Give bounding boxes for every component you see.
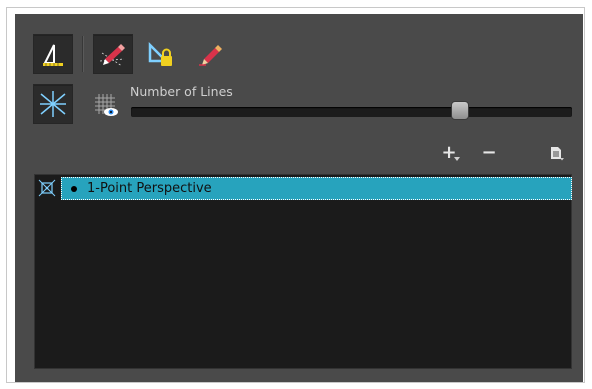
- number-of-lines-slider[interactable]: [131, 107, 572, 117]
- lock-guide-button[interactable]: [141, 34, 181, 74]
- minus-icon: −: [481, 142, 497, 163]
- dropdown-arrow-icon: [454, 157, 460, 161]
- grid-eye-icon: [95, 94, 118, 116]
- slider-thumb[interactable]: [450, 101, 469, 120]
- remove-guide-button[interactable]: −: [478, 142, 500, 164]
- number-of-lines-label: Number of Lines: [130, 84, 233, 99]
- guides-panel: Number of Lines + − 1-Point Perspective: [15, 14, 583, 382]
- ruler-triangle-icon: [43, 44, 63, 66]
- add-guide-button[interactable]: +: [438, 142, 460, 164]
- perspective-guide-button[interactable]: [33, 34, 73, 74]
- guide-menu-button[interactable]: [545, 142, 567, 164]
- perspective-guide-icon: [38, 179, 56, 197]
- toolbar-separator: [82, 36, 84, 72]
- pen-guide-icon: [99, 44, 125, 67]
- bullet-icon: [71, 185, 77, 192]
- vanishing-point-button[interactable]: [93, 34, 133, 74]
- show-grid-button[interactable]: [85, 84, 125, 124]
- vanishing-lines-icon: [40, 91, 66, 117]
- guide-label: 1-Point Perspective: [87, 181, 212, 196]
- guides-list[interactable]: 1-Point Perspective: [34, 174, 572, 369]
- draw-guide-button[interactable]: [191, 34, 231, 74]
- pencil-icon: [199, 45, 222, 66]
- grid-lines-button[interactable]: [33, 84, 73, 124]
- list-item-1-point-perspective[interactable]: 1-Point Perspective: [61, 177, 572, 200]
- lock-triangle-icon: [148, 41, 172, 66]
- menu-icon: [551, 147, 564, 161]
